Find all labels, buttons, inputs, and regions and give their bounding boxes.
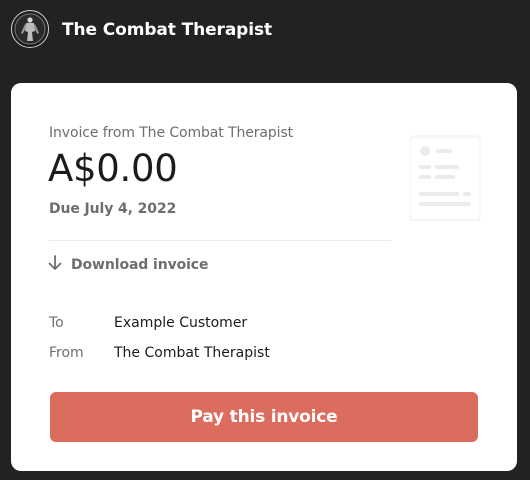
arrow-down-icon bbox=[48, 255, 71, 275]
invoice-due-date: Due July 4, 2022 bbox=[49, 201, 177, 217]
from-label: From bbox=[49, 345, 84, 361]
top-bar: The Combat Therapist bbox=[0, 0, 530, 62]
to-label: To bbox=[49, 315, 64, 331]
to-value: Example Customer bbox=[114, 315, 248, 331]
invoice-amount: A$0.00 bbox=[48, 147, 178, 190]
from-value: The Combat Therapist bbox=[114, 345, 270, 361]
pay-invoice-button[interactable]: Pay this invoice bbox=[50, 392, 478, 442]
download-invoice-label: Download invoice bbox=[71, 257, 209, 273]
brand-logo bbox=[11, 10, 49, 48]
divider bbox=[49, 240, 391, 241]
brand-name: The Combat Therapist bbox=[62, 20, 273, 40]
download-invoice-link[interactable]: Download invoice bbox=[48, 254, 209, 276]
invoice-summary-label: Invoice from The Combat Therapist bbox=[49, 125, 294, 141]
invoice-card: Invoice from The Combat Therapist A$0.00… bbox=[11, 83, 517, 471]
invoice-document-icon bbox=[409, 135, 481, 223]
